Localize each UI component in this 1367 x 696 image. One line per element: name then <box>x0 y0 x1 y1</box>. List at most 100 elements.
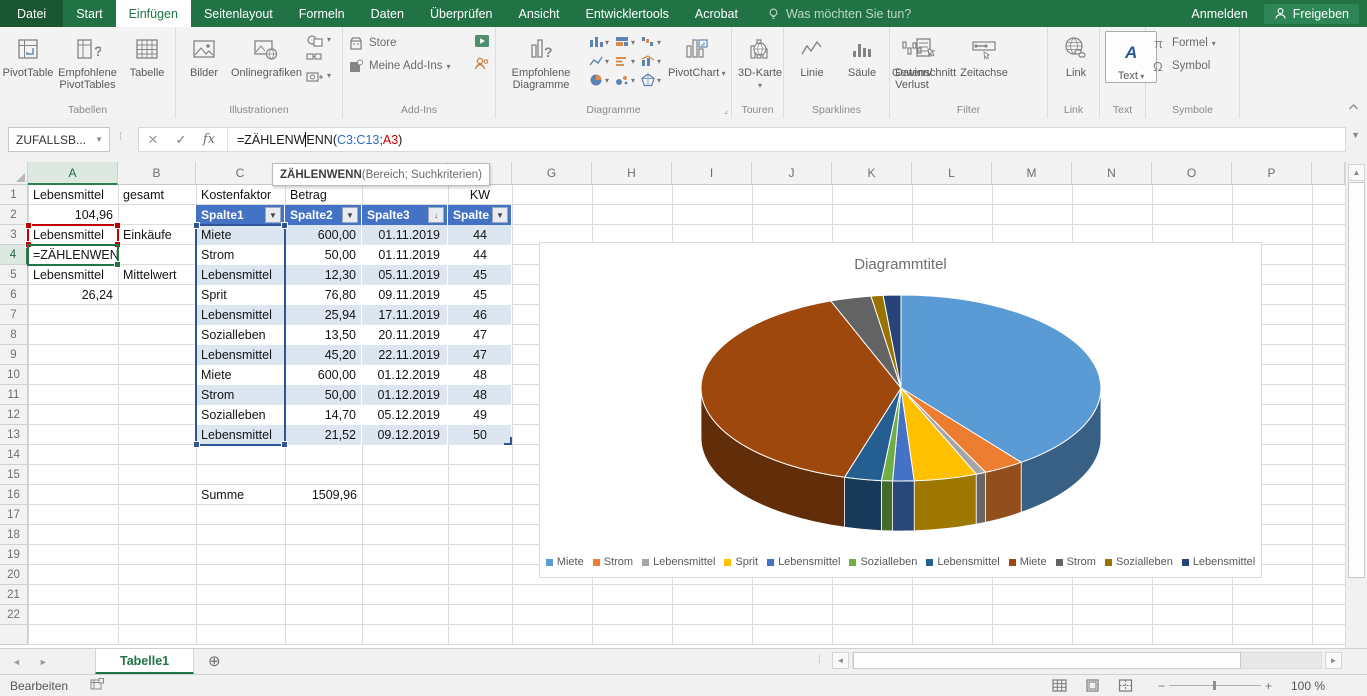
cell-C5[interactable]: Lebensmittel <box>196 265 285 285</box>
row-header-18[interactable]: 18 <box>0 525 28 545</box>
cell-F5[interactable]: 45 <box>448 265 512 285</box>
row-header-22[interactable]: 22 <box>0 605 28 625</box>
legend-item[interactable]: Strom <box>593 556 633 568</box>
row-header-11[interactable]: 11 <box>0 385 28 405</box>
formula-field[interactable]: ✕ ✓ fx =ZÄHLENWENN(C3:C13;A3) <box>138 127 1346 152</box>
diagramme-dialog-launcher[interactable]: ⌟ <box>724 105 728 116</box>
pie-chart-button[interactable]: ▾ <box>586 71 611 89</box>
cell-A1[interactable]: Lebensmittel <box>28 185 118 205</box>
share-button[interactable]: Freigeben <box>1264 4 1359 24</box>
cell-C4[interactable]: Strom <box>196 245 285 265</box>
column-header-B[interactable]: B <box>118 162 196 185</box>
chart-legend[interactable]: Miete Strom Lebensmittel Sprit Lebensmittel S… <box>540 556 1261 568</box>
cell-B3[interactable]: Einkäufe <box>118 225 196 245</box>
normal-view-icon[interactable] <box>1052 679 1067 692</box>
tab-datei[interactable]: Datei <box>0 0 63 27</box>
row-header-9[interactable]: 9 <box>0 345 28 365</box>
row-header-4[interactable]: 4 <box>0 245 28 265</box>
sheet-prev-icon[interactable]: ◄ <box>12 657 21 667</box>
cell-E12[interactable]: 05.12.2019 <box>362 405 448 425</box>
table-header-spalte[interactable]: Spalte▼ <box>448 205 512 225</box>
hierarchy-chart-button[interactable]: ▾ <box>612 33 637 51</box>
cell-D10[interactable]: 600,00 <box>285 365 362 385</box>
cell-E11[interactable]: 01.12.2019 <box>362 385 448 405</box>
cell-C7[interactable]: Lebensmittel <box>196 305 285 325</box>
name-box-dropdown-icon[interactable]: ▼ <box>95 135 109 144</box>
row-header-15[interactable]: 15 <box>0 465 28 485</box>
legend-item[interactable]: Lebensmittel <box>767 556 840 568</box>
column-header-L[interactable]: L <box>912 162 992 185</box>
column-header-M[interactable]: M <box>992 162 1072 185</box>
row-header-20[interactable]: 20 <box>0 565 28 585</box>
cell-D8[interactable]: 13,50 <box>285 325 362 345</box>
cell-D1[interactable]: Betrag <box>285 185 362 205</box>
cell-A3[interactable]: Lebensmittel <box>28 225 118 245</box>
legend-item[interactable]: Miete <box>546 556 584 568</box>
expand-formula-bar-icon[interactable]: ▼ <box>1351 130 1360 140</box>
add-sheet-button[interactable]: ⊕ <box>208 652 221 670</box>
meine-add-ins-button[interactable]: Meine Add-Ins▾ <box>348 58 451 74</box>
3d-karte-button[interactable]: 3D-Karte ▾ <box>735 29 785 92</box>
column-header-G[interactable]: G <box>512 162 592 185</box>
scroll-up-icon[interactable]: ▲ <box>1348 164 1365 181</box>
legend-item[interactable]: Lebensmittel <box>926 556 999 568</box>
row-header-12[interactable]: 12 <box>0 405 28 425</box>
cell-C12[interactable]: Sozialleben <box>196 405 285 425</box>
cell-F11[interactable]: 48 <box>448 385 512 405</box>
enter-button[interactable]: ✓ <box>167 132 195 148</box>
cell-D13[interactable]: 21,52 <box>285 425 362 445</box>
cell-A2[interactable]: 104,96 <box>28 205 118 225</box>
cell-D5[interactable]: 12,30 <box>285 265 362 285</box>
cell-E9[interactable]: 22.11.2019 <box>362 345 448 365</box>
tell-me-box[interactable]: Was möchten Sie tun? <box>767 0 911 27</box>
row-header-19[interactable]: 19 <box>0 545 28 565</box>
row-header-23[interactable] <box>0 625 28 645</box>
cell-F3[interactable]: 44 <box>448 225 512 245</box>
scroll-right-icon[interactable]: ► <box>1325 652 1342 669</box>
pie-chart[interactable]: Diagrammtitel MieteStromLebensmittelSpri… <box>539 242 1262 578</box>
horizontal-scroll-thumb[interactable] <box>853 652 1241 669</box>
zoom-out-icon[interactable]: − <box>1158 679 1165 693</box>
cell-F8[interactable]: 47 <box>448 325 512 345</box>
zoom-slider-thumb[interactable] <box>1213 681 1216 690</box>
vertical-scroll-thumb[interactable] <box>1348 182 1365 578</box>
cell-D16[interactable]: 1509,96 <box>285 485 362 505</box>
column-header-K[interactable]: K <box>832 162 912 185</box>
sort-applied-icon[interactable]: ↓ <box>428 207 444 223</box>
link-button[interactable]: Link <box>1051 29 1101 79</box>
cell-A4-editing[interactable]: =ZÄHLENWENN <box>28 245 118 265</box>
scroll-left-icon[interactable]: ◄ <box>832 652 849 669</box>
cell-D7[interactable]: 25,94 <box>285 305 362 325</box>
formula-bar-splitter[interactable]: ⁞ <box>119 131 122 143</box>
cell-C8[interactable]: Sozialleben <box>196 325 285 345</box>
row-header-10[interactable]: 10 <box>0 365 28 385</box>
filter-dropdown-icon[interactable]: ▼ <box>342 207 358 223</box>
macro-record-icon[interactable] <box>90 678 104 694</box>
zoom-level[interactable]: 100 % <box>1291 679 1325 693</box>
column-header-partial[interactable] <box>1312 162 1345 185</box>
column-header-N[interactable]: N <box>1072 162 1152 185</box>
legend-item[interactable]: Lebensmittel <box>1182 556 1255 568</box>
row-header-1[interactable]: 1 <box>0 185 28 205</box>
legend-item[interactable]: Sprit <box>724 556 758 568</box>
filter-dropdown-icon[interactable]: ▼ <box>265 207 281 223</box>
shapes-button[interactable]: ▾ <box>306 32 331 47</box>
tab-seitenlayout[interactable]: Seitenlayout <box>191 0 286 27</box>
tab-entwicklertools[interactable]: Entwicklertools <box>573 0 682 27</box>
legend-item[interactable]: Lebensmittel <box>642 556 715 568</box>
onlinegrafiken-button[interactable]: Onlinegrafiken <box>229 29 304 79</box>
sheet-tab-tabelle1[interactable]: Tabelle1 <box>95 649 194 674</box>
legend-item[interactable]: Strom <box>1056 556 1096 568</box>
cell-B1[interactable]: gesamt <box>118 185 196 205</box>
formula-text[interactable]: =ZÄHLENWENN(C3:C13;A3) <box>227 128 402 151</box>
säule-button[interactable]: Säule <box>837 29 887 79</box>
tab-acrobat[interactable]: Acrobat <box>682 0 751 27</box>
cell-C6[interactable]: Sprit <box>196 285 285 305</box>
row-header-8[interactable]: 8 <box>0 325 28 345</box>
column-header-H[interactable]: H <box>592 162 672 185</box>
table-header-spalte3[interactable]: Spalte3↓ <box>362 205 448 225</box>
table-resize-handle[interactable] <box>504 437 512 445</box>
tab-formeln[interactable]: Formeln <box>286 0 358 27</box>
pivottable-button[interactable]: PivotTable <box>3 29 53 79</box>
tab-einf-gen[interactable]: Einfügen <box>116 0 191 27</box>
